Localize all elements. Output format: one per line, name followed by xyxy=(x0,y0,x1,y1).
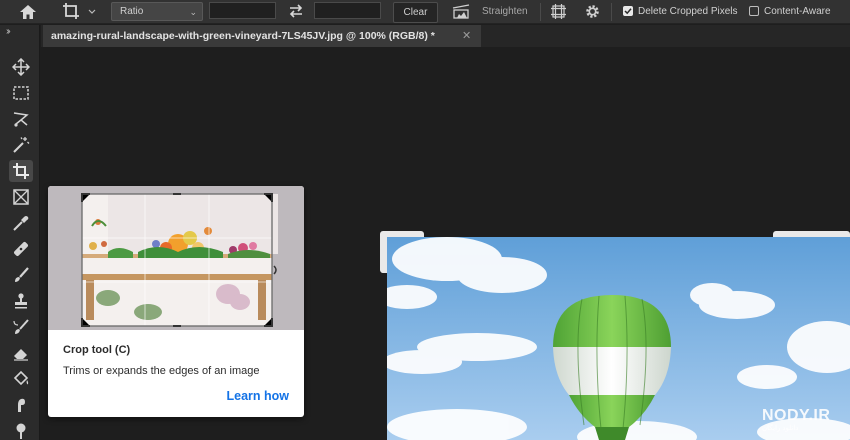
healing-brush-icon[interactable] xyxy=(9,238,33,260)
document-tab[interactable]: amazing-rural-landscape-with-green-viney… xyxy=(43,25,481,47)
tooltip-description: Trims or expands the edges of an image xyxy=(63,365,260,377)
document-tab-bar: amazing-rural-landscape-with-green-viney… xyxy=(41,25,850,47)
clear-button[interactable]: Clear xyxy=(393,2,438,23)
crop-tool-tooltip: Crop tool (C) Trims or expands the edges… xyxy=(48,186,304,417)
marquee-tool-icon[interactable] xyxy=(9,82,33,104)
delete-cropped-label[interactable]: Delete Cropped Pixels xyxy=(638,6,738,17)
collapse-panel-icon[interactable]: ›› xyxy=(6,26,10,37)
ratio-dropdown[interactable]: Ratio ⌄ xyxy=(111,2,203,21)
ratio-value: Ratio xyxy=(120,6,144,17)
chevron-down-icon: ⌄ xyxy=(189,7,197,17)
overlay-grid-icon[interactable] xyxy=(550,3,567,20)
frame-tool-icon[interactable] xyxy=(9,186,33,208)
width-field[interactable] xyxy=(209,2,276,19)
close-icon[interactable]: ✕ xyxy=(462,29,471,42)
watermark-subtext: دانلود رایگان xyxy=(762,425,799,432)
magic-wand-icon[interactable] xyxy=(9,134,33,156)
crop-preset-picker[interactable] xyxy=(62,2,100,22)
document-tab-title[interactable]: amazing-rural-landscape-with-green-viney… xyxy=(51,30,435,42)
brush-tool-icon[interactable] xyxy=(9,264,33,286)
tooltip-title: Crop tool (C) xyxy=(63,344,131,356)
crop-tool-icon[interactable] xyxy=(9,160,33,182)
straighten-icon[interactable] xyxy=(452,4,470,20)
dodge-tool-icon[interactable] xyxy=(9,420,33,440)
content-aware-checkbox[interactable] xyxy=(749,6,759,16)
lasso-tool-icon[interactable] xyxy=(9,108,33,130)
content-aware-label[interactable]: Content-Aware xyxy=(764,6,831,17)
eyedropper-icon[interactable] xyxy=(9,212,33,234)
clone-stamp-icon[interactable] xyxy=(9,290,33,312)
divider xyxy=(611,3,612,21)
divider xyxy=(540,3,541,21)
watermark: NODY.IR دانلود رایگان xyxy=(762,407,830,432)
paint-bucket-icon[interactable] xyxy=(9,368,33,390)
eraser-icon[interactable] xyxy=(9,342,33,364)
delete-cropped-checkbox[interactable] xyxy=(623,6,633,16)
swap-icon[interactable] xyxy=(287,3,305,19)
watermark-text: NODY.IR xyxy=(762,407,831,424)
move-tool-icon[interactable] xyxy=(9,56,33,78)
home-icon[interactable] xyxy=(18,3,38,21)
gear-icon[interactable] xyxy=(584,3,601,20)
height-field[interactable] xyxy=(314,2,381,19)
tools-panel: ›› xyxy=(0,25,40,440)
straighten-label[interactable]: Straighten xyxy=(482,6,528,17)
options-bar: Ratio ⌄ Clear Straighten Delete Cropped … xyxy=(0,0,850,24)
history-brush-icon[interactable] xyxy=(9,316,33,338)
learn-how-link[interactable]: Learn how xyxy=(226,389,289,403)
smudge-icon[interactable] xyxy=(9,394,33,416)
tooltip-preview-image xyxy=(48,186,304,330)
